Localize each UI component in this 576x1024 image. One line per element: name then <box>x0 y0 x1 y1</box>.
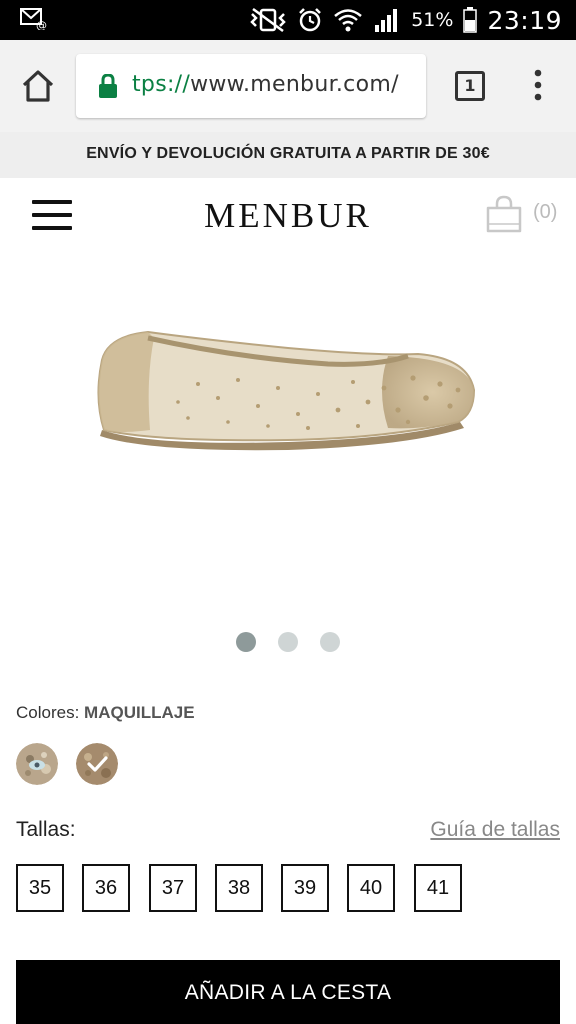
cart-count: (0) <box>533 201 558 223</box>
selected-color-name: MAQUILLAJE <box>84 703 195 722</box>
overflow-menu-icon[interactable] <box>528 68 548 102</box>
colors-label-text: Colores: <box>16 703 80 722</box>
battery-icon <box>463 7 478 33</box>
shopping-bag-icon[interactable] <box>484 194 524 234</box>
clock: 23:19 <box>487 5 562 35</box>
color-swatch-1[interactable] <box>16 743 58 785</box>
tab-switcher-button[interactable]: 1 <box>455 71 485 101</box>
carousel-dot-1[interactable] <box>236 632 256 652</box>
alarm-icon <box>299 8 322 32</box>
add-to-cart-button[interactable]: AÑADIR A LA CESTA <box>16 960 560 1024</box>
image-carousel-dots <box>0 632 576 652</box>
lock-icon <box>99 74 117 98</box>
product-image[interactable] <box>88 318 484 458</box>
size-option-36[interactable]: 36 <box>82 864 130 912</box>
url-text: tps://www.menbur.com/ <box>132 72 399 97</box>
status-bar: @ 51% 23:19 <box>0 0 576 40</box>
promo-banner: ENVÍO Y DEVOLUCIÓN GRATUITA A PARTIR DE … <box>0 132 576 178</box>
url-scheme: tps:// <box>132 72 191 97</box>
signal-icon <box>375 9 398 32</box>
sizes-label: Tallas: <box>16 818 76 841</box>
size-option-41[interactable]: 41 <box>414 864 462 912</box>
svg-text:@: @ <box>36 19 47 30</box>
carousel-dot-3[interactable] <box>320 632 340 652</box>
address-bar[interactable]: tps://www.menbur.com/ <box>76 54 426 118</box>
size-guide-link[interactable]: Guía de tallas <box>430 818 560 842</box>
size-option-37[interactable]: 37 <box>149 864 197 912</box>
size-option-39[interactable]: 39 <box>281 864 329 912</box>
site-header: MENBUR (0) <box>0 178 576 256</box>
notification-icon: @ <box>20 8 47 30</box>
size-option-35[interactable]: 35 <box>16 864 64 912</box>
battery-percent: 51% <box>411 9 454 31</box>
url-domain: www.menbur.com/ <box>190 72 399 97</box>
home-icon[interactable] <box>20 68 56 104</box>
carousel-dot-2[interactable] <box>278 632 298 652</box>
vibrate-icon <box>250 7 286 33</box>
colors-label: Colores: MAQUILLAJE <box>16 703 195 723</box>
size-option-38[interactable]: 38 <box>215 864 263 912</box>
color-swatch-2[interactable] <box>76 743 118 785</box>
wifi-icon <box>334 9 363 32</box>
browser-toolbar: tps://www.menbur.com/ 1 <box>0 40 576 132</box>
size-option-40[interactable]: 40 <box>347 864 395 912</box>
